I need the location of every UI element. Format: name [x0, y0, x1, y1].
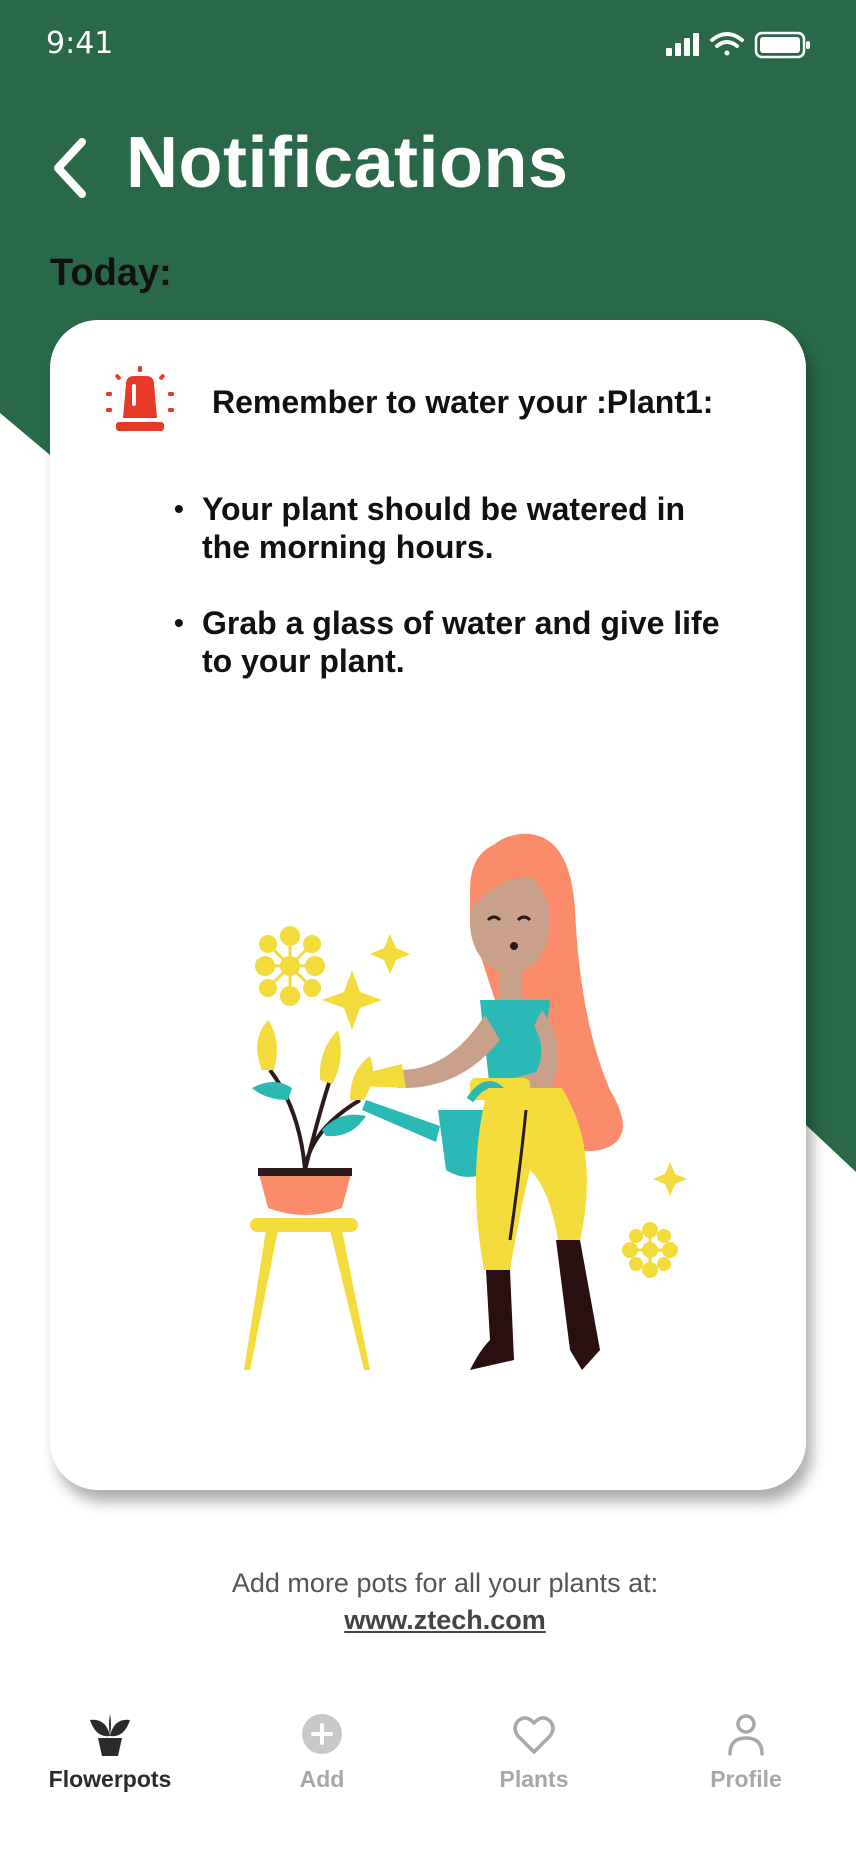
- add-circle-icon: [302, 1714, 342, 1754]
- page-title: Notifications: [126, 123, 569, 203]
- flower-pot: [258, 1170, 352, 1215]
- heart-icon: [513, 1716, 555, 1754]
- bullet: •: [174, 493, 184, 524]
- tab-flowerpots[interactable]: Flowerpots: [20, 1710, 200, 1810]
- promo-text: Add more pots for all your plants at:: [231, 1568, 659, 1598]
- alarm-siren-icon: [106, 366, 174, 431]
- tab-add[interactable]: Add: [232, 1710, 412, 1810]
- bullet: •: [174, 607, 184, 638]
- tip-item: • Grab a glass of water and give life to…: [118, 604, 738, 680]
- person-icon: [728, 1714, 764, 1756]
- tab-label: Flowerpots: [48, 1766, 172, 1792]
- stool: [244, 1218, 370, 1370]
- tips-list: • Your plant should be watered in the mo…: [118, 490, 738, 718]
- promo-section: Add more pots for all your plants at: ww…: [0, 1568, 856, 1636]
- status-icons: [666, 31, 810, 59]
- header: Notifications: [0, 110, 856, 220]
- promo-link[interactable]: www.ztech.com: [344, 1605, 546, 1636]
- notification-card[interactable]: Remember to water your :Plant1: • Your p…: [50, 320, 806, 1490]
- status-bar: 9:41: [0, 0, 856, 90]
- signal-icon: [666, 33, 699, 56]
- tab-label: Profile: [710, 1766, 782, 1792]
- flowerpot-icon: [90, 1714, 130, 1756]
- bottom-tab-bar: Flowerpots Add Plants Profile: [0, 1700, 856, 1820]
- woman-watering-plant-illustration: [244, 833, 687, 1370]
- potted-plant: [252, 1020, 373, 1171]
- section-label-today: Today:: [50, 252, 172, 294]
- tab-plants[interactable]: Plants: [444, 1710, 624, 1810]
- tip-text: Grab a glass of water and give life to y…: [202, 605, 720, 679]
- notification-title: Remember to water your :Plant1:: [212, 384, 714, 420]
- tab-label: Add: [299, 1766, 345, 1792]
- tab-profile[interactable]: Profile: [656, 1710, 836, 1810]
- chevron-left-icon: [54, 138, 86, 198]
- back-button[interactable]: [44, 130, 100, 200]
- tip-item: • Your plant should be watered in the mo…: [118, 490, 738, 566]
- status-time: 9:41: [46, 26, 114, 61]
- tab-label: Plants: [499, 1766, 569, 1792]
- tip-text: Your plant should be watered in the morn…: [202, 491, 685, 565]
- battery-icon: [754, 31, 810, 59]
- wifi-icon: [710, 32, 744, 56]
